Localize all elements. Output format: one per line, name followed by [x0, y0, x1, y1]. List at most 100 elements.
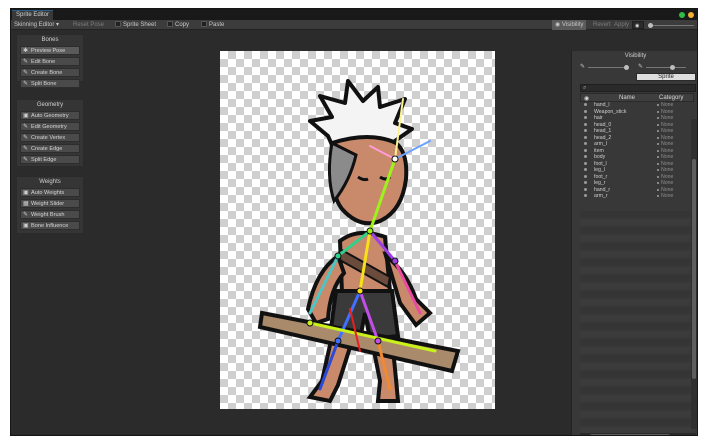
row-category[interactable]: None [657, 193, 673, 200]
edit-bone-icon: ✎ [23, 59, 29, 65]
category-dropdown-icon [657, 195, 659, 197]
row-eye-icon[interactable] [584, 122, 587, 126]
apply-button[interactable]: Apply [614, 20, 629, 30]
row-eye-icon[interactable] [584, 161, 587, 165]
category-dropdown-icon [657, 123, 659, 126]
mesh-visibility-icon: ✎ [638, 64, 644, 70]
revert-button[interactable]: Revert [593, 20, 611, 30]
visibility-horizontal-scrollbar[interactable] [580, 433, 696, 435]
create-bone-icon: ✎ [23, 70, 29, 76]
category-dropdown-icon [657, 156, 659, 158]
weight-slider-button[interactable]: ▦ Weight Slider [20, 199, 80, 208]
row-eye-icon[interactable] [584, 194, 587, 197]
preview-pose-button[interactable]: ✱ Preview Pose [20, 46, 80, 55]
paste-button[interactable]: Paste [201, 20, 224, 30]
row-eye-icon[interactable] [584, 148, 587, 152]
preview-pose-icon: ✱ [23, 48, 29, 54]
window-dot-yellow-icon[interactable] [688, 12, 694, 18]
weights-panel: Weights ▣ Auto Weights ▦ Weight Slider ✎ We… [16, 176, 84, 234]
header-category[interactable]: Category [659, 95, 683, 101]
row-eye-icon[interactable] [584, 181, 587, 184]
empty-row [580, 283, 694, 289]
visibility-table-header: ◉ Name Category [580, 93, 694, 102]
split-edge-button[interactable]: ✎ Split Edge [20, 155, 80, 164]
sprite-sheet-toggle[interactable]: Sprite Sheet [115, 20, 156, 30]
bone-influence-button[interactable]: ▣ Bone Influence [20, 221, 80, 230]
create-edge-button[interactable]: ✎ Create Edge [20, 144, 80, 153]
visibility-title: Visibility [624, 53, 647, 59]
visibility-row[interactable]: arm_r None [580, 193, 694, 200]
opacity-slider-knob[interactable] [648, 23, 653, 28]
color-eye-icon: ◉ [635, 23, 640, 29]
empty-row [580, 411, 694, 417]
visibility-toggle[interactable]: ◉ Visibility [552, 20, 587, 30]
window-dot-green-icon[interactable] [679, 12, 685, 18]
visibility-horizontal-scrollbar-thumb[interactable] [590, 434, 670, 435]
empty-row [580, 339, 694, 345]
auto-geometry-icon: ▣ [23, 113, 29, 119]
empty-row [580, 371, 694, 377]
opacity-slider[interactable] [648, 25, 694, 26]
empty-row [580, 347, 694, 353]
paste-icon [201, 21, 207, 27]
row-eye-icon[interactable] [584, 109, 587, 113]
empty-row [580, 355, 694, 361]
row-eye-icon[interactable] [584, 103, 587, 106]
create-bone-button[interactable]: ✎ Create Bone [20, 68, 80, 77]
empty-row [580, 331, 694, 337]
auto-geometry-button[interactable]: ▣ Auto Geometry [20, 111, 80, 120]
split-bone-button[interactable]: ✎ Split Bone [20, 79, 80, 88]
visibility-vertical-scrollbar[interactable] [691, 119, 697, 429]
color-toggle[interactable]: ◉ [632, 21, 644, 29]
create-edge-icon: ✎ [23, 146, 29, 152]
visibility-search-input[interactable]: ⌕ [580, 84, 696, 92]
header-eye-icon[interactable]: ◉ [584, 95, 589, 102]
category-dropdown-icon [657, 110, 659, 113]
visibility-panel: Visibility ✎ ✎ Sprite ⌕ ◉ Name Category … [571, 51, 697, 435]
character-sprite[interactable] [220, 51, 495, 409]
weight-brush-button[interactable]: ✎ Weight Brush [20, 210, 80, 219]
mesh-opacity-knob[interactable] [670, 65, 675, 70]
category-dropdown-icon [657, 188, 659, 191]
row-eye-icon[interactable] [584, 187, 587, 191]
empty-row [580, 259, 694, 265]
copy-button[interactable]: Copy [167, 20, 189, 30]
bone-opacity-knob[interactable] [624, 65, 629, 70]
reset-pose-button[interactable]: Reset Pose [73, 20, 104, 30]
edit-bone-button[interactable]: ✎ Edit Bone [20, 57, 80, 66]
eye-icon: ◉ [555, 22, 561, 28]
split-bone-icon: ✎ [23, 81, 29, 87]
sprite-tab-toggle[interactable]: Sprite [636, 73, 696, 81]
header-name[interactable]: Name [619, 95, 635, 101]
mesh-opacity-slider[interactable] [646, 67, 686, 68]
empty-row [580, 315, 694, 321]
geometry-panel-title: Geometry [36, 102, 64, 108]
bone-opacity-slider[interactable] [588, 67, 628, 68]
visibility-vertical-scrollbar-thumb[interactable] [692, 159, 696, 379]
row-eye-icon[interactable] [584, 116, 587, 119]
bones-panel-title: Bones [41, 37, 59, 43]
row-eye-icon[interactable] [584, 155, 587, 158]
tab-sprite-editor[interactable]: Sprite Editor [12, 10, 54, 20]
row-name: arm_r [594, 193, 608, 199]
auto-weights-button[interactable]: ▣ Auto Weights [20, 188, 80, 197]
row-eye-icon[interactable] [584, 142, 587, 145]
mode-dropdown[interactable]: Skinning Editor ▾ [14, 20, 59, 30]
row-eye-icon[interactable] [584, 135, 587, 139]
sprite-canvas[interactable] [220, 51, 495, 409]
edit-geometry-button[interactable]: ✎ Edit Geometry [20, 122, 80, 131]
create-vertex-button[interactable]: ✎ Create Vertex [20, 133, 80, 142]
category-dropdown-icon [657, 104, 659, 106]
row-eye-icon[interactable] [584, 129, 587, 132]
empty-row [580, 419, 694, 425]
scene-view[interactable]: Bones ✱ Preview Pose ✎ Edit Bone ✎ Create B… [11, 30, 697, 435]
row-eye-icon[interactable] [584, 168, 587, 171]
category-dropdown-icon [657, 149, 659, 152]
empty-row [580, 307, 694, 313]
row-eye-icon[interactable] [584, 174, 587, 178]
empty-row [580, 211, 694, 217]
split-edge-icon: ✎ [23, 157, 29, 163]
empty-row [580, 251, 694, 257]
tab-sprite[interactable]: Sprite [637, 74, 695, 80]
weight-brush-icon: ✎ [23, 212, 29, 218]
